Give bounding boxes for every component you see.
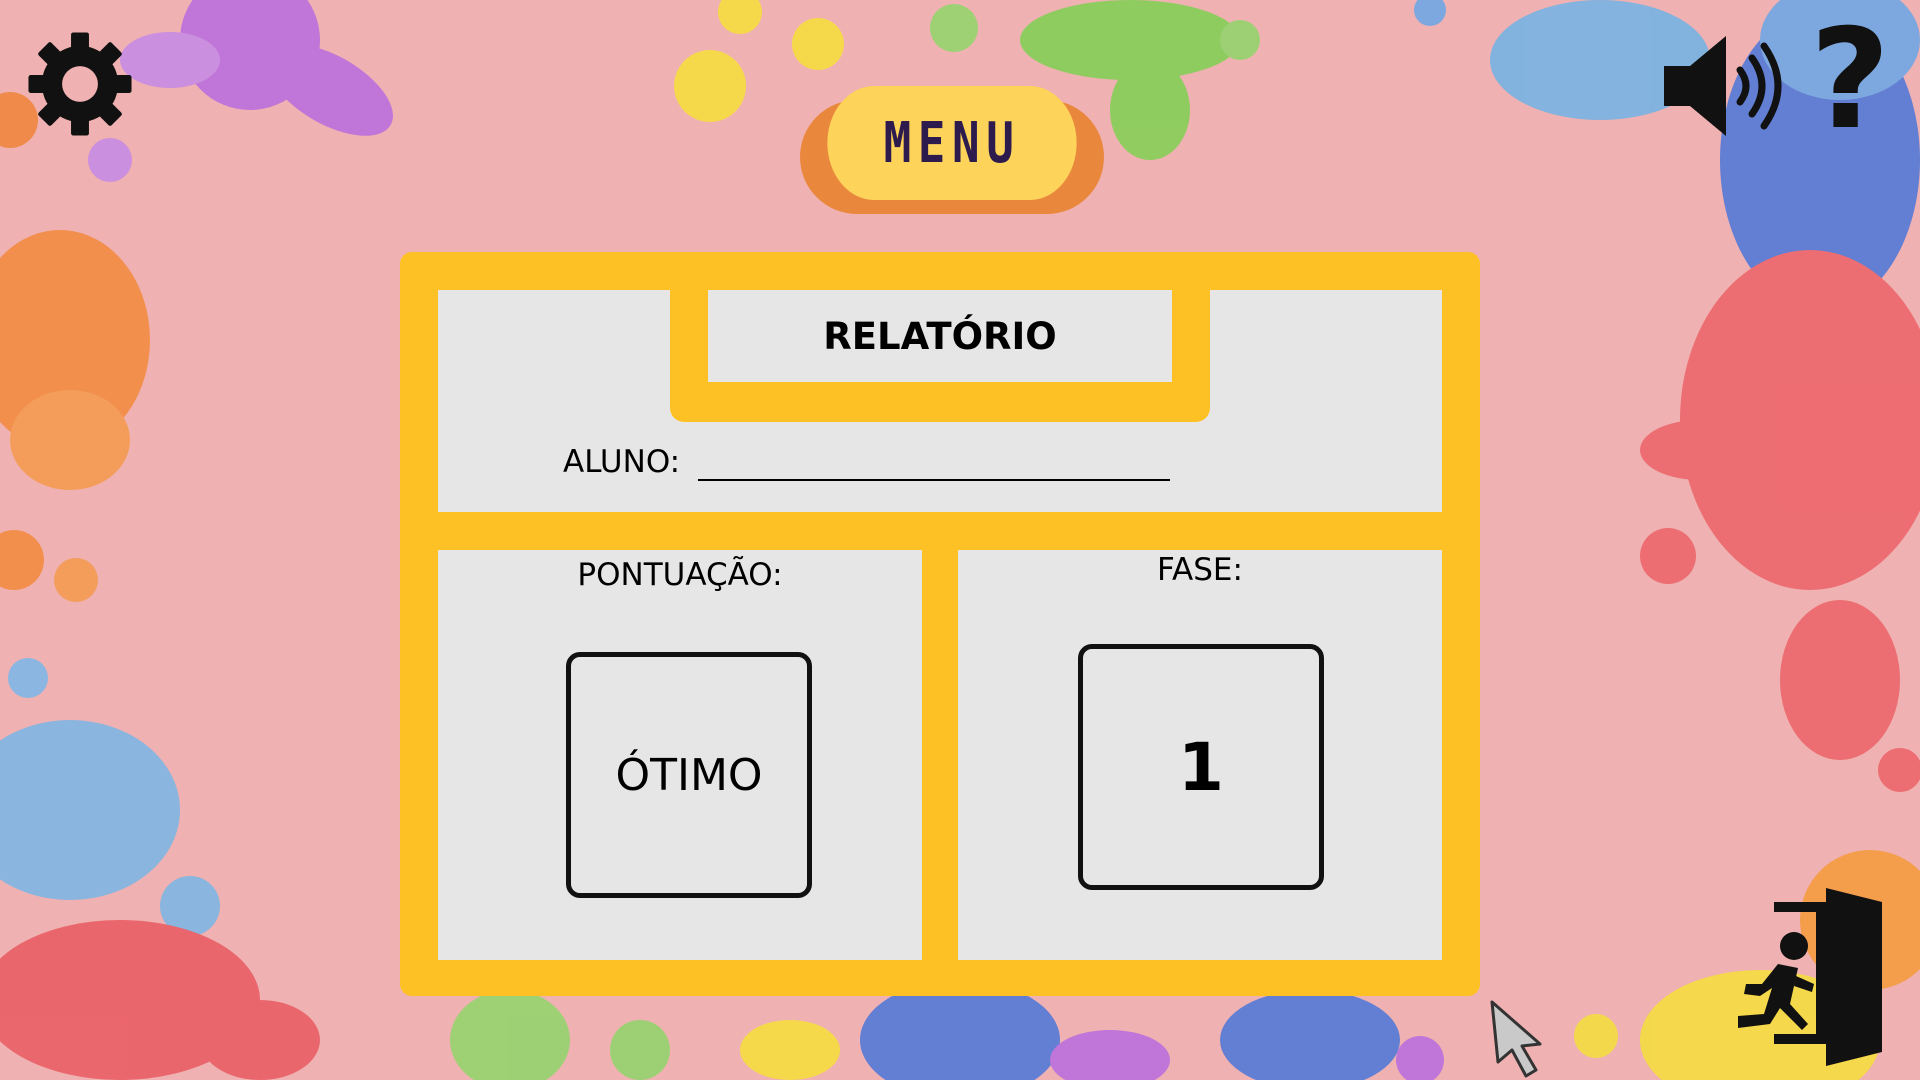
- question-icon[interactable]: ?: [1800, 10, 1900, 150]
- gear-icon[interactable]: [24, 28, 136, 140]
- exit-door-icon[interactable]: [1708, 884, 1888, 1068]
- student-label: ALUNO:: [563, 444, 681, 480]
- report-panel: RELATÓRIO ALUNO: PONTUAÇÃO: FASE: ÓTIMO …: [400, 252, 1480, 996]
- student-name-line: [698, 479, 1170, 481]
- report-title: RELATÓRIO: [708, 290, 1172, 382]
- mouse-cursor-icon: [1490, 1000, 1542, 1078]
- menu-button[interactable]: MENU: [800, 86, 1104, 214]
- score-label: PONTUAÇÃO:: [577, 557, 783, 593]
- phase-value: 1: [1078, 644, 1324, 890]
- speaker-icon[interactable]: [1660, 34, 1792, 138]
- phase-label: FASE:: [1157, 552, 1243, 588]
- score-value: ÓTIMO: [566, 652, 812, 898]
- menu-button-label: MENU: [827, 86, 1077, 200]
